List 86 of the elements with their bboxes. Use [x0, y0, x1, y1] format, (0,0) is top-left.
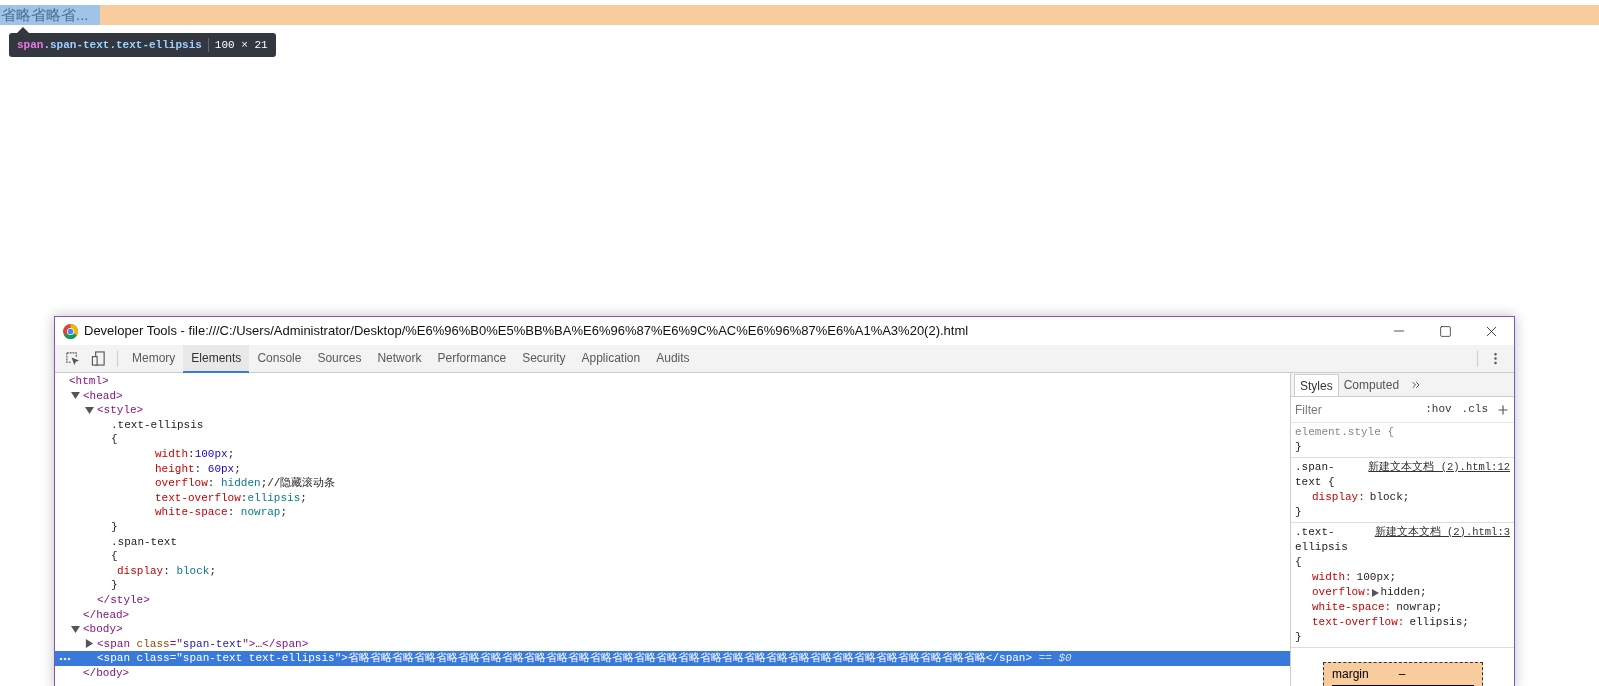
code-text: height: 60px;: [155, 461, 241, 477]
tree-row[interactable]: <html>: [55, 374, 1290, 389]
expand-triangle-icon[interactable]: [1372, 588, 1380, 597]
code-text: .text-ellipsis: [111, 417, 204, 433]
tree-row[interactable]: text-overflow:ellipsis;: [55, 490, 1290, 506]
code-text: <head>: [83, 388, 123, 404]
tree-row[interactable]: width:100px;: [55, 446, 1290, 462]
tooltip-selector: span.span-text.text-ellipsis: [17, 37, 202, 53]
code-text: </head>: [83, 607, 130, 623]
css-selector: .span-text {: [1295, 460, 1336, 490]
css-value: ellipsis;: [1409, 615, 1469, 630]
panel-tab[interactable]: Network: [369, 344, 430, 373]
panel-tab[interactable]: Performance: [429, 344, 515, 373]
expanded-triangle-icon[interactable]: [85, 406, 94, 415]
tree-row[interactable]: }: [55, 578, 1290, 593]
code-text: <style>: [97, 403, 144, 419]
expanded-triangle-icon[interactable]: [71, 624, 80, 634]
tree-row[interactable]: .span-text: [55, 534, 1290, 550]
code-text: overflow: hidden;//隐藏滚动条: [155, 476, 336, 492]
highlighted-text: 省略省略省...: [0, 5, 100, 25]
code-text: <span class="span-text text-ellipsis">省略省略省略省略省略省略省略省略省略省略省略省略省略省略省略省略省略省略省略省略省略省略省略省略省略省略省略省略省略</span> == $0: [97, 651, 1072, 667]
code-text: display: block;: [117, 563, 217, 579]
css-brace: }: [1295, 441, 1302, 453]
collapsed-triangle-icon[interactable]: [85, 639, 94, 649]
tree-row[interactable]: <span class="span-text">…</span>: [55, 636, 1290, 652]
tree-row[interactable]: display: block;: [55, 563, 1290, 579]
css-property: text-overflow:: [1312, 615, 1405, 630]
tree-row[interactable]: white-space: nowrap;: [55, 505, 1290, 520]
tooltip-size: 100 × 21: [214, 37, 268, 53]
panel-tab[interactable]: Memory: [124, 344, 184, 373]
code-text: {: [111, 432, 118, 448]
css-brace: }: [1295, 506, 1302, 518]
code-text: }: [111, 520, 118, 535]
code-text: <span class="span-text">…</span>: [97, 636, 309, 652]
maximize-icon[interactable]: [1438, 324, 1452, 338]
panel-tab[interactable]: Sources: [309, 344, 370, 373]
css-selector: element.style {: [1295, 425, 1395, 440]
code-text: <body>: [83, 622, 123, 638]
code-text: </body>: [83, 665, 130, 681]
source-link[interactable]: 新建文本文档 (2).html:3: [1374, 525, 1510, 540]
tree-row[interactable]: {: [55, 549, 1290, 564]
source-link[interactable]: 新建文本文档 (2).html:12: [1368, 460, 1510, 475]
css-property: width:: [1312, 570, 1352, 585]
code-text: white-space: nowrap;: [155, 505, 288, 521]
class-toggle-button[interactable]: .cls: [1459, 401, 1490, 418]
css-value: 100px;: [1356, 570, 1397, 585]
new-rule-icon[interactable]: [1496, 402, 1510, 417]
panel-tab[interactable]: Elements: [183, 344, 250, 373]
css-property: display:: [1312, 490, 1365, 505]
css-brace: }: [1295, 631, 1302, 643]
tree-row[interactable]: <body>: [55, 622, 1290, 637]
css-property: white-space:: [1312, 600, 1392, 615]
panel-tab[interactable]: Console: [249, 344, 310, 373]
css-value: hidden;: [1380, 585, 1427, 600]
code-text: <html>: [69, 374, 109, 390]
hover-state-button[interactable]: :hov: [1423, 401, 1454, 418]
panel-tab[interactable]: Security: [514, 344, 574, 373]
code-text: </style>: [97, 592, 150, 608]
css-value: block;: [1369, 490, 1410, 505]
sidebar-tab[interactable]: Styles: [1294, 374, 1339, 396]
panel-tab[interactable]: Audits: [648, 344, 698, 373]
tree-row[interactable]: <head>: [55, 388, 1290, 404]
tree-row[interactable]: height: 60px;: [55, 461, 1290, 477]
css-value: nowrap;: [1396, 600, 1443, 615]
ellipsis-icon[interactable]: [59, 657, 71, 662]
margin-label: margin: [1332, 666, 1369, 683]
filter-field[interactable]: Filter: [1295, 400, 1405, 419]
tree-row[interactable]: }: [55, 519, 1290, 535]
code-text: .span-text: [111, 534, 177, 550]
tree-row[interactable]: <style>: [55, 403, 1290, 418]
panel-tab[interactable]: Application: [573, 344, 649, 373]
css-selector: .text-ellipsis {: [1295, 525, 1349, 570]
margin-value: –: [1398, 666, 1406, 683]
css-property: overflow:: [1312, 585, 1372, 600]
window-title: Developer Tools - file:///C:/Users/Administrator/Desktop/%E6%96%B0%E5%BB%BA%E6%96%87%E6%9C%AC%E6%96%87%E6%A1%A3%20(2).html: [84, 322, 969, 341]
tree-row[interactable]: <span class="span-text text-ellipsis">省略省略省略省略省略省略省略省略省略省略省略省略省略省略省略省略省略省略省略省略省略省略省略省略省略省略省略省略省略</span> == $0: [55, 651, 1290, 666]
expanded-triangle-icon[interactable]: [71, 391, 80, 401]
tree-row[interactable]: overflow: hidden;//隐藏滚动条: [55, 476, 1290, 491]
code-text: width:100px;: [155, 447, 235, 462]
sidebar-tab[interactable]: Computed: [1338, 374, 1405, 396]
browser-logo-icon: [63, 323, 78, 339]
tree-row[interactable]: {: [55, 432, 1290, 447]
tree-row[interactable]: .text-ellipsis: [55, 417, 1290, 433]
code-text: {: [111, 549, 118, 565]
code-text: text-overflow:ellipsis;: [155, 490, 307, 506]
code-text: }: [111, 578, 118, 594]
